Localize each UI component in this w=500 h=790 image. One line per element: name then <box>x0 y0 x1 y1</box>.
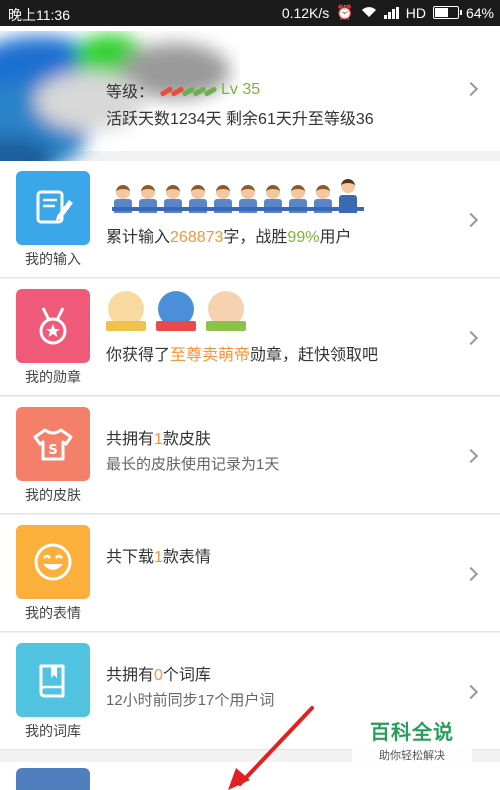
status-bar: 晚上11:36 0.12K/s ⏰ HD 64% <box>0 0 500 26</box>
watermark-title: 百科全说 <box>370 722 454 744</box>
row-title: 共拥有1款皮肤 <box>106 431 211 448</box>
row-label: 我的输入 <box>25 251 81 267</box>
svg-text:S: S <box>48 443 57 458</box>
profile-header[interactable]: 等级： Lv 35 活跃天数1234天 剩余61天升至等级36 <box>0 26 500 186</box>
medal-star-icon <box>16 289 90 363</box>
row-my-medals[interactable]: 我的勋章 你获得了至尊卖萌帝勋章，赶快领取吧 <box>0 279 500 396</box>
medal-writer-icon <box>106 291 146 337</box>
watermark: 百科全说 助你轻松解决 <box>352 716 472 762</box>
note-pen-icon <box>16 171 90 245</box>
chevron-right-icon <box>463 566 479 582</box>
row-label: 我的勋章 <box>25 369 81 385</box>
medal-baby-icon <box>206 291 246 337</box>
book-icon <box>16 643 90 717</box>
row-my-input[interactable]: 我的输入 累计输入268873字，战胜99%用户 <box>0 161 500 278</box>
chevron-right-icon <box>463 212 479 228</box>
status-time: 晚上11:36 <box>8 7 70 23</box>
chevron-right-icon <box>463 330 479 346</box>
row-my-skins[interactable]: S 我的皮肤 共拥有1款皮肤 最长的皮肤使用记录为1天 <box>0 397 500 514</box>
row-subtitle: 12小时前同步17个用户词 <box>106 692 275 709</box>
tshirt-icon: S <box>16 407 90 481</box>
chevron-right-icon <box>463 684 479 700</box>
chevron-right-icon <box>463 81 479 97</box>
medal-badges <box>106 291 246 337</box>
row-title: 累计输入268873字，战胜99%用户 <box>106 229 352 246</box>
level-line: 等级： Lv 35 <box>106 78 260 102</box>
active-days-text: 活跃天数1234天 剩余61天升至等级36 <box>106 111 374 128</box>
partial-row-icon <box>16 768 90 790</box>
row-partial[interactable] <box>0 762 500 790</box>
chevron-right-icon <box>463 448 479 464</box>
row-label: 我的皮肤 <box>25 487 81 503</box>
wifi-icon <box>361 5 377 21</box>
battery-text: 64% <box>465 4 494 21</box>
level-pens-icon <box>159 81 218 99</box>
signal-icon <box>383 6 399 19</box>
medal-super-icon <box>156 291 196 337</box>
level-prefix: 等级： <box>106 84 155 101</box>
row-my-emoji[interactable]: 我的表情 共下载1款表情 <box>0 515 500 632</box>
illustration-base <box>112 207 364 211</box>
row-title: 你获得了至尊卖萌帝勋章，赶快领取吧 <box>106 347 379 364</box>
network-type: HD <box>405 4 426 21</box>
row-title: 共拥有0个词库 <box>106 667 211 684</box>
level-value: Lv 35 <box>221 81 261 98</box>
smiley-icon <box>16 525 90 599</box>
row-label: 我的词库 <box>25 723 81 739</box>
battery-icon <box>432 6 462 19</box>
row-title: 共下载1款表情 <box>106 549 211 566</box>
row-label: 我的表情 <box>25 605 81 621</box>
network-speed: 0.12K/s <box>281 4 330 21</box>
watermark-subtitle: 助你轻松解决 <box>379 750 445 762</box>
status-right: 0.12K/s ⏰ HD 64% <box>282 4 494 21</box>
alarm-icon: ⏰ <box>336 4 354 20</box>
row-subtitle: 最长的皮肤使用记录为1天 <box>106 456 280 473</box>
